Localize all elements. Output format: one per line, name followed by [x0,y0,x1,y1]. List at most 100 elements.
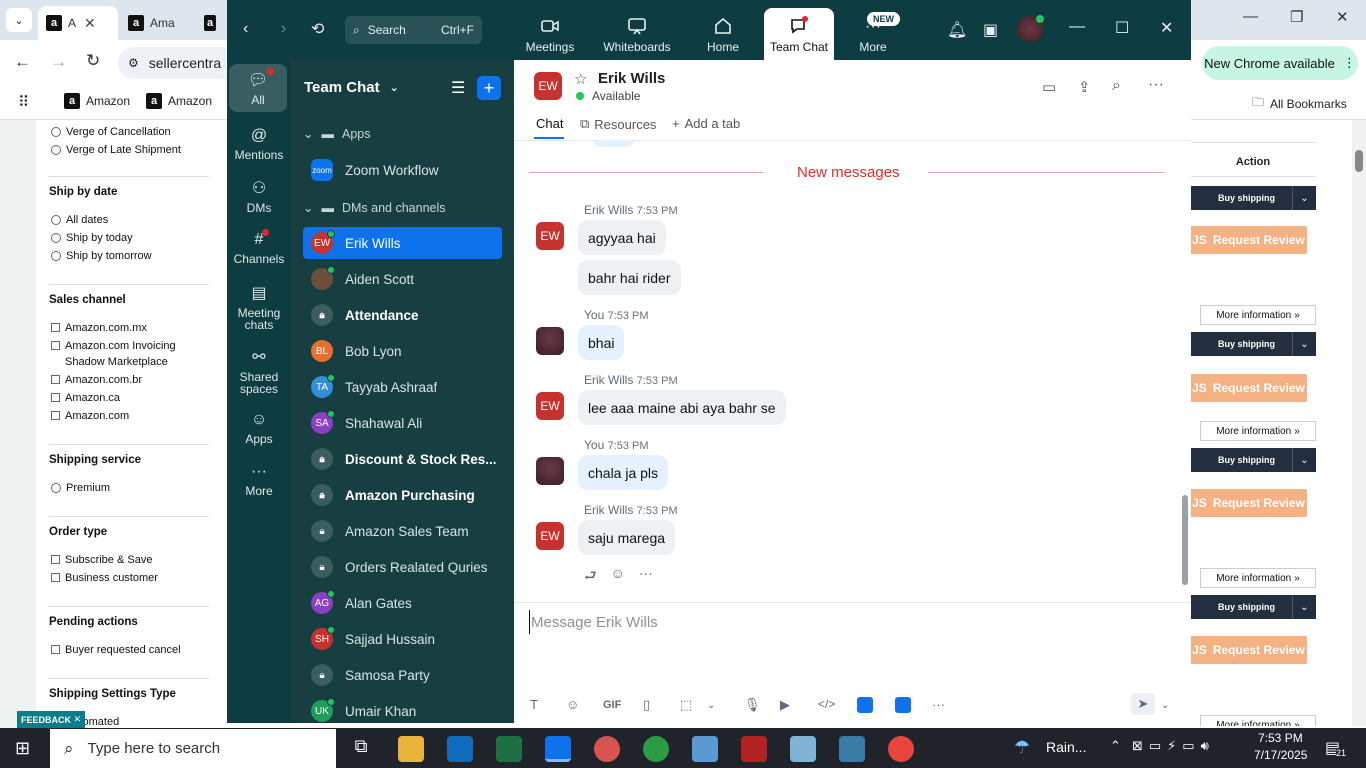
add-reaction-icon[interactable]: ☺ [611,565,625,589]
restore-icon[interactable]: ❐ [1290,8,1303,26]
request-review-button[interactable]: JS Request Review [1190,374,1307,402]
nav-meetings[interactable]: Meetings [515,0,585,60]
message-bubble[interactable]: bahr hai rider [578,260,681,295]
taskbar-search[interactable]: ⌕ Type here to search [50,729,336,768]
sidebar-item-channels[interactable]: # Channels [227,226,291,270]
page-scrollbar[interactable] [1352,120,1366,726]
contact-avatar[interactable]: EW [534,72,562,100]
tab-resources[interactable]: ⧉ Resources [580,116,656,132]
conversation-item[interactable]: Aiden Scott [303,263,502,295]
sidebar-item-dms[interactable]: ⚇ DMs [227,174,291,218]
sender-avatar[interactable]: EW [536,392,564,420]
video-call-icon[interactable]: ▭ [1042,78,1056,96]
filter-option[interactable]: Amazon.com [51,408,201,424]
new-chrome-available-button[interactable]: New Chrome available ⋮ [1202,46,1358,80]
conversation-item[interactable]: 🔒︎ Orders Realated Quries [303,551,502,583]
my-avatar[interactable] [536,327,564,355]
filter-option[interactable]: Premium [51,480,201,496]
request-review-button[interactable]: JS Request Review [1190,489,1307,517]
excel-icon[interactable] [496,736,522,762]
chevron-down-icon[interactable]: ⌄ [1292,448,1316,472]
sidebar-item-mentions[interactable]: @ Mentions [227,122,291,166]
star-icon[interactable]: ☆ [574,70,587,88]
sidebar-item-shared-spaces[interactable]: ⚯ Shared spaces [227,342,291,400]
microphone-icon[interactable]: 🎙︎ [744,697,761,713]
message-bubble[interactable]: saju marega [578,520,676,555]
chrome-taskbar-icon[interactable] [888,736,914,762]
message-composer-input[interactable]: Message Erik Wills [529,610,1169,634]
calendar-icon[interactable]: ▣ [983,20,998,40]
conversation-item[interactable]: 🔒︎ Discount & Stock Res... [303,443,502,475]
app-integration-icon[interactable] [895,697,911,713]
conversation-item[interactable]: 🔒︎ Amazon Sales Team [303,515,502,547]
filter-option[interactable]: Amazon.ca [51,390,201,406]
more-information-button[interactable]: More information» [1200,305,1316,325]
scroll-thumb[interactable] [1182,495,1188,585]
bookmark-amazon-2[interactable]: a Amazon [146,93,212,109]
conversation-item[interactable]: TA Tayyab Ashraaf [303,371,502,403]
app-taskbar-icon[interactable] [594,736,620,762]
chrome-taskbar-icon[interactable] [643,736,669,762]
chrome-tab-amazon-active[interactable]: a A ✕ [38,6,118,40]
conversation-item[interactable]: UK Umair Khan [303,695,502,723]
bookmark-amazon-1[interactable]: a Amazon [64,93,130,109]
user-avatar[interactable] [1017,15,1044,42]
clock-time[interactable]: 7:53 PM [1258,731,1303,745]
forward-icon[interactable]: → [50,52,67,72]
filter-option[interactable]: Buyer requested cancel [51,642,201,658]
conversation-item[interactable]: BL Bob Lyon [303,335,502,367]
chevron-down-icon[interactable]: ⌄ [1292,332,1316,356]
minimize-icon[interactable]: — [1243,8,1258,25]
new-chat-button[interactable]: + [477,76,501,100]
chevron-up-icon[interactable]: ⌃ [1110,738,1121,754]
conversation-item[interactable]: SA Shahawal Ali [303,407,502,439]
conversation-item[interactable]: EW Erik Wills [303,227,502,259]
filter-option[interactable]: Verge of Late Shipment [51,144,181,156]
all-bookmarks[interactable]: 🗀 All Bookmarks [1252,93,1347,114]
filter-option[interactable]: Amazon.com.br [51,372,201,388]
code-snippet-icon[interactable]: </> [818,697,835,711]
outlook-icon[interactable] [447,736,473,762]
conversation-item[interactable]: 🔒︎ Amazon Purchasing [303,479,502,511]
more-information-button[interactable]: More information» [1200,421,1316,441]
more-options-icon[interactable]: ··· [932,697,945,712]
sidebar-item-meeting-chats[interactable]: ▤ Meeting chats [227,278,291,336]
send-icon[interactable]: ➤ [1131,693,1155,715]
tab-add[interactable]: + Add a tab [672,116,740,131]
more-options-icon[interactable]: ··· [1148,76,1164,94]
share-screen-icon[interactable]: ⇪ [1078,78,1091,96]
search-bar[interactable]: ⌕ Search Ctrl+F [345,16,482,44]
calculator-icon[interactable] [692,736,718,762]
sidebar-item-more[interactable]: ··· More [227,458,291,502]
clock-date[interactable]: 7/17/2025 [1254,748,1307,762]
windows-start-icon[interactable]: ⊞ [15,738,30,759]
filter-option[interactable]: Ship by today [51,230,201,246]
nav-whiteboards[interactable]: Whiteboards [595,0,679,60]
apps-grid-icon[interactable]: ⠿ [18,93,29,111]
message-bubble[interactable]: bhai [578,325,625,360]
message-bubble[interactable]: agyyaa hai [578,220,666,255]
conversation-item[interactable]: AG Alan Gates [303,587,502,619]
contact-name[interactable]: Erik Wills [598,70,665,87]
task-view-icon[interactable]: ⧉ [348,736,374,762]
file-explorer-icon[interactable] [398,736,424,762]
close-tab-icon[interactable]: ✕ [84,15,96,32]
filter-option[interactable]: Subscribe & Save [51,552,201,568]
chevron-down-icon[interactable]: ⌄ [1292,186,1316,210]
app-taskbar-icon[interactable] [790,736,816,762]
back-icon[interactable]: ← [14,52,31,72]
chrome-tab-amazon-3[interactable]: a [200,6,226,40]
maximize-icon[interactable]: ☐ [1115,18,1129,38]
dms-section-header[interactable]: ⌄ ▬ DMs and channels [303,200,446,216]
close-window-icon[interactable]: ✕ [1336,8,1349,26]
filezilla-icon[interactable] [741,736,767,762]
minimize-icon[interactable]: — [1069,18,1085,36]
screenshot-icon[interactable]: ⬚ [680,697,692,713]
weather-icon[interactable]: ☂ [1014,737,1030,758]
my-avatar[interactable] [536,457,564,485]
chevron-down-icon[interactable]: ⌄ [1292,595,1316,619]
search-icon[interactable]: ⌕ [1112,77,1121,95]
more-information-button[interactable]: More information» [1200,568,1316,588]
zoom-taskbar-icon[interactable] [545,736,571,762]
forward-icon[interactable]: › [281,20,286,38]
